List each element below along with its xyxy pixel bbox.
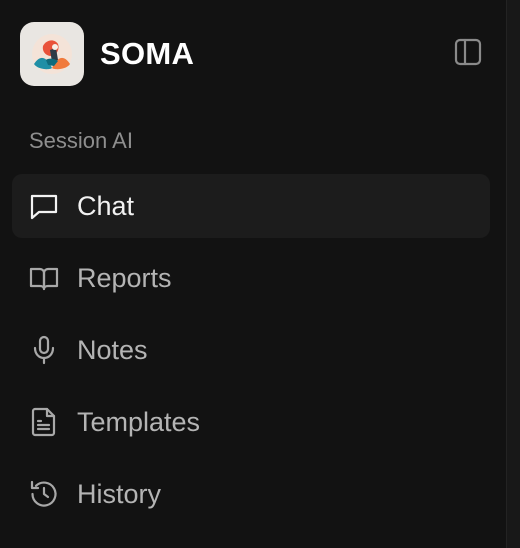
sidebar: SOMA Session AI Chat Reports Notes Templ… (0, 0, 506, 548)
sidebar-item-label: Templates (77, 406, 201, 437)
sidebar-item-chat[interactable]: Chat (12, 174, 490, 238)
sidebar-header: SOMA (20, 22, 488, 86)
sidebar-item-label: Chat (77, 190, 135, 221)
sidebar-resize-edge[interactable] (506, 0, 520, 548)
sidebar-item-label: Notes (77, 334, 148, 365)
sidebar-nav: Chat Reports Notes Templates History (12, 174, 490, 534)
sidebar-item-label: Reports (77, 262, 172, 293)
app-title: SOMA (100, 36, 195, 71)
chat-bubble-icon (28, 190, 60, 222)
book-open-icon (28, 262, 60, 294)
document-icon (28, 406, 60, 438)
sidebar-toggle-button[interactable] (448, 34, 488, 74)
section-label: Session AI (29, 128, 133, 153)
history-icon (28, 478, 60, 510)
sidebar-item-notes[interactable]: Notes (12, 318, 490, 382)
sidebar-item-templates[interactable]: Templates (12, 390, 490, 454)
sidebar-item-reports[interactable]: Reports (12, 246, 490, 310)
soma-logo-icon[interactable] (20, 22, 84, 86)
sidebar-toggle-icon (453, 37, 483, 72)
sidebar-item-label: History (77, 478, 162, 509)
microphone-icon (28, 334, 60, 366)
sidebar-item-history[interactable]: History (12, 462, 490, 526)
